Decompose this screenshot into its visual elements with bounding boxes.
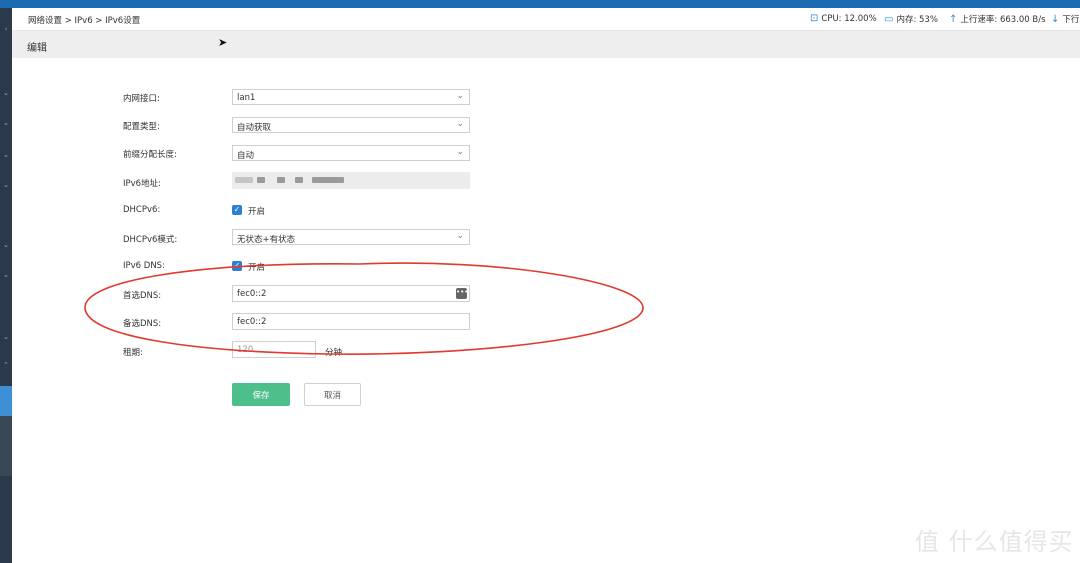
download-status: ↓ 下行: [1051, 13, 1080, 26]
prefix-length-label: 前缀分配长度:: [123, 150, 177, 160]
lease-unit: 分钟: [325, 348, 343, 358]
sidebar-chevron-icon[interactable]: ⌄: [0, 118, 12, 128]
lan-label: 内网接口:: [123, 94, 160, 104]
primary-dns-label: 首选DNS:: [123, 291, 162, 301]
download-value: 下行: [1062, 15, 1080, 25]
primary-dns-value: fec0::2: [237, 289, 267, 299]
chevron-down-icon: ⌄: [456, 147, 464, 157]
ipv6-dns-label: IPv6 DNS:: [123, 261, 165, 271]
sidebar-chevron-icon[interactable]: ⌄: [0, 332, 12, 342]
redacted-block: [277, 177, 285, 183]
upload-status: ↑ 上行速率: 663.00 B/s: [949, 13, 1046, 26]
dhcpv6-mode-select[interactable]: 无状态+有状态 ⌄: [232, 229, 470, 245]
monitor-icon: ▭: [884, 13, 894, 25]
upload-value: 上行速率: 663.00 B/s: [960, 15, 1046, 25]
arrow-up-icon: ↑: [949, 13, 958, 25]
watermark: 值 什么值得买: [915, 528, 1074, 556]
cpu-status: ⊡ CPU: 12.00%: [810, 13, 877, 24]
chevron-down-icon: ⌄: [456, 91, 464, 101]
lan-value: lan1: [237, 93, 256, 103]
ipv6-address-label: IPv6地址:: [123, 179, 161, 189]
dhcpv6-mode-value: 无状态+有状态: [237, 235, 296, 245]
sidebar-chevron-icon[interactable]: ⌄: [0, 150, 12, 160]
chevron-down-icon: ⌄: [456, 231, 464, 241]
secondary-dns-label: 备选DNS:: [123, 319, 162, 329]
memory-status: ▭ 内存: 53%: [884, 13, 938, 26]
lease-value: 120: [237, 345, 254, 355]
dhcpv6-label: DHCPv6:: [123, 205, 161, 215]
dhcpv6-checkbox-label: 开启: [248, 207, 266, 217]
cancel-button[interactable]: 取消: [304, 383, 361, 406]
cpu-value: CPU: 12.00%: [821, 13, 877, 24]
more-icon[interactable]: •••: [456, 288, 468, 299]
lease-label: 租期:: [123, 348, 143, 358]
secondary-dns-value: fec0::2: [237, 317, 267, 327]
sidebar-expand-icon[interactable]: ⌃: [0, 360, 12, 370]
ipv6-address-field: [232, 172, 470, 189]
config-type-value: 自动获取: [237, 123, 272, 133]
ipv6-dns-checkbox-label: 开启: [248, 263, 266, 273]
top-bar: [0, 0, 1080, 8]
prefix-length-value: 自动: [237, 151, 255, 161]
redacted-block: [312, 177, 344, 183]
lan-select[interactable]: lan1 ⌄: [232, 89, 470, 105]
page-title: 编辑: [27, 43, 47, 54]
save-button[interactable]: 保存: [232, 383, 290, 406]
arrow-down-icon: ↓: [1051, 13, 1060, 25]
lease-input[interactable]: 120: [232, 341, 316, 358]
dhcpv6-mode-label: DHCPv6模式:: [123, 235, 178, 245]
annotation-ellipse: [84, 262, 644, 355]
breadcrumb[interactable]: 网络设置 > IPv6 > IPv6设置: [28, 14, 140, 26]
sidebar-chevron-icon[interactable]: ⌄: [0, 270, 12, 280]
redacted-block: [257, 177, 265, 183]
title-bar: [12, 31, 1080, 58]
redacted-block: [235, 177, 253, 183]
sidebar-chevron-icon[interactable]: ⌄: [0, 180, 12, 190]
collapse-icon[interactable]: ‹: [0, 24, 12, 34]
ipv6-dns-checkbox[interactable]: ✓: [232, 261, 242, 271]
sidebar-chevron-icon[interactable]: ⌄: [0, 88, 12, 98]
sidebar: ‹ ⌄ ⌄ ⌄ ⌄ ⌄ ⌄ ⌄ ⌃: [0, 8, 12, 563]
config-type-select[interactable]: 自动获取 ⌄: [232, 117, 470, 133]
redacted-block: [295, 177, 303, 183]
prefix-length-select[interactable]: 自动 ⌄: [232, 145, 470, 161]
cpu-icon: ⊡: [810, 13, 819, 24]
sidebar-item-active[interactable]: [0, 386, 12, 416]
mouse-cursor-icon: ➤: [218, 36, 228, 49]
chevron-down-icon: ⌄: [456, 119, 464, 129]
sidebar-submenu[interactable]: [0, 416, 12, 476]
dhcpv6-checkbox[interactable]: ✓: [232, 205, 242, 215]
config-type-label: 配置类型:: [123, 122, 160, 132]
memory-value: 内存: 53%: [896, 15, 938, 25]
secondary-dns-input[interactable]: fec0::2: [232, 313, 470, 330]
primary-dns-input[interactable]: fec0::2 •••: [232, 285, 470, 302]
sidebar-chevron-icon[interactable]: ⌄: [0, 240, 12, 250]
